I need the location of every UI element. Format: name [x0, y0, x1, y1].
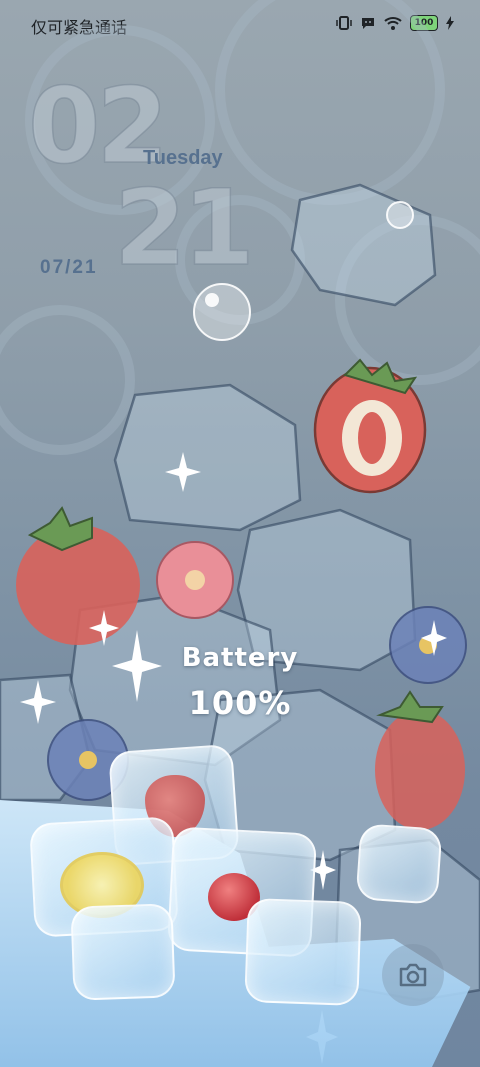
- ice-cube: [355, 823, 443, 905]
- camera-shortcut-button[interactable]: [382, 944, 444, 1006]
- ice-cube: [70, 903, 176, 1001]
- ice-cube: [244, 898, 362, 1006]
- camera-icon: [399, 963, 427, 987]
- battery-title: Battery: [181, 643, 299, 673]
- bubble: [193, 283, 251, 341]
- ice-cube: [290, 183, 437, 307]
- strawberry: [375, 710, 465, 830]
- ice-cube: [113, 383, 302, 532]
- clock-minute: 21: [113, 167, 255, 289]
- weekday-label: Tuesday: [143, 147, 223, 169]
- battery-percent: 100%: [188, 684, 292, 722]
- date-label: 07/21: [40, 257, 98, 278]
- bubble: [386, 201, 414, 229]
